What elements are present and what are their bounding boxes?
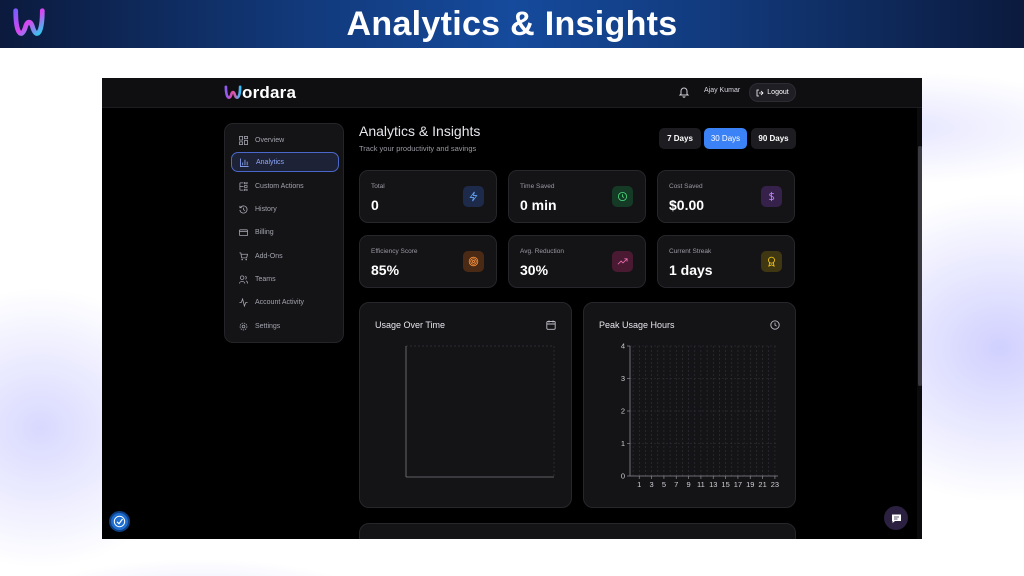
grid-icon: [239, 135, 248, 145]
sidebar-item-label: Account Activity: [255, 298, 305, 306]
usage-over-time-card: Usage Over Time: [359, 302, 572, 508]
peak-chart-plot: 012341 3 5 7 9 11 13 15 17 19 21 23: [621, 342, 779, 490]
bell-icon[interactable]: [678, 86, 690, 98]
clock-icon: [612, 186, 633, 207]
sidebar-item-overview[interactable]: Overview: [231, 130, 339, 150]
range-7-days-button[interactable]: 7 Days: [659, 128, 701, 149]
history-icon: [239, 205, 248, 213]
brand-name: ordara: [242, 83, 297, 102]
y-tick-label: 2: [621, 407, 625, 416]
x-tick-label: 23: [771, 480, 779, 489]
stat-value: 30%: [520, 262, 549, 278]
sidebar-item-label: Custom Actions: [255, 182, 304, 190]
y-tick-label: 1: [621, 439, 625, 448]
gear-icon: [239, 322, 248, 330]
sidebar-item-label: Teams: [255, 275, 276, 283]
stat-value: 1 days: [669, 262, 713, 278]
chat-button[interactable]: [884, 506, 908, 530]
brand-logo[interactable]: ordara: [224, 83, 296, 103]
x-tick-label: 3: [649, 480, 653, 489]
accessibility-icon: [113, 515, 126, 528]
x-tick-label: 7: [674, 480, 678, 489]
stat-label: Time Saved: [520, 183, 555, 190]
stat-card-avg-reduction: Avg. Reduction 30%: [508, 235, 646, 288]
brand-w-icon: [224, 85, 242, 99]
stat-card-current-streak: Current Streak 1 days: [657, 235, 795, 288]
x-tick-label: 17: [734, 480, 742, 489]
x-tick-label: 9: [686, 480, 690, 489]
x-tick-label: 13: [709, 480, 717, 489]
sidebar-item-account-activity[interactable]: Account Activity: [231, 292, 339, 312]
chat-icon: [891, 514, 901, 523]
logout-icon: [756, 89, 764, 96]
sidebar: Overview Analytics Custom Actions Histor…: [224, 123, 344, 343]
sidebar-item-label: History: [255, 205, 277, 213]
stat-label: Current Streak: [669, 248, 712, 255]
logout-label: Logout: [767, 89, 789, 96]
lightning-icon: [463, 186, 484, 207]
stat-label: Efficiency Score: [371, 248, 418, 255]
award-icon: [761, 251, 782, 272]
sidebar-item-label: Add-Ons: [255, 252, 283, 260]
sidebar-item-custom-actions[interactable]: Custom Actions: [231, 176, 339, 196]
top-banner: Analytics & Insights: [0, 0, 1024, 48]
stat-card-efficiency-score: Efficiency Score 85%: [359, 235, 497, 288]
sidebar-item-label: Billing: [255, 228, 274, 236]
accessibility-button[interactable]: [109, 511, 130, 532]
banner-title: Analytics & Insights: [346, 5, 678, 43]
page-title: Analytics & Insights: [359, 123, 481, 139]
stat-label: Total: [371, 183, 385, 190]
stat-value: $0.00: [669, 197, 705, 213]
scrollbar[interactable]: [917, 108, 922, 539]
stat-value: 0 min: [520, 197, 557, 213]
stat-label: Avg. Reduction: [520, 248, 564, 255]
range-90-days-button[interactable]: 90 Days: [751, 128, 796, 149]
activity-icon: [239, 297, 248, 307]
usage-chart-plot: [405, 345, 555, 478]
stat-card-total: Total 0: [359, 170, 497, 223]
x-tick-label: 5: [662, 480, 666, 489]
stat-card-time-saved: Time Saved 0 min: [508, 170, 646, 223]
app-window: ordara Ajay Kumar Logout Overview Analyt…: [102, 78, 922, 539]
x-tick-label: 19: [746, 480, 754, 489]
sidebar-item-label: Overview: [255, 136, 285, 144]
dollar-icon: [761, 186, 782, 207]
cart-icon: [239, 251, 248, 260]
scrollbar-thumb[interactable]: [918, 146, 922, 386]
sidebar-item-add-ons[interactable]: Add-Ons: [231, 246, 339, 266]
sidebar-item-billing[interactable]: Billing: [231, 222, 339, 242]
bar-chart-icon: [240, 157, 249, 167]
bottom-card: [359, 523, 796, 539]
logout-button[interactable]: Logout: [749, 83, 796, 102]
x-tick-label: 11: [697, 480, 705, 489]
stat-label: Cost Saved: [669, 183, 703, 190]
stat-value: 0: [371, 197, 379, 213]
app-header: ordara Ajay Kumar Logout: [102, 78, 922, 108]
target-icon: [463, 251, 484, 272]
sidebar-item-label: Settings: [255, 322, 281, 330]
sidebar-item-label: Analytics: [256, 158, 285, 166]
stat-card-cost-saved: Cost Saved $0.00: [657, 170, 795, 223]
range-30-days-button[interactable]: 30 Days: [704, 128, 747, 149]
credit-card-icon: [239, 228, 248, 236]
user-name: Ajay Kumar: [704, 87, 741, 94]
peak-usage-hours-card: Peak Usage Hours 0 1 2 3 4 1 3 5 7 9 11 13 15 17 19 21 2…: [583, 302, 796, 508]
users-icon: [239, 274, 248, 284]
x-tick-label: 21: [758, 480, 766, 489]
y-tick-label: 4: [621, 342, 625, 351]
x-tick-label: 15: [721, 480, 729, 489]
sidebar-item-teams[interactable]: Teams: [231, 269, 339, 289]
stat-value: 85%: [371, 262, 400, 278]
sidebar-item-settings[interactable]: Settings: [231, 316, 339, 336]
sidebar-item-analytics[interactable]: Analytics: [231, 152, 339, 172]
page-subtitle: Track your productivity and savings: [359, 144, 477, 153]
y-tick-label: 3: [621, 374, 625, 383]
custom-actions-icon: [239, 181, 248, 191]
y-tick-label: 0: [621, 472, 625, 481]
trending-up-icon: [612, 251, 633, 272]
sidebar-item-history[interactable]: History: [231, 199, 339, 219]
x-tick-label: 1: [637, 480, 641, 489]
